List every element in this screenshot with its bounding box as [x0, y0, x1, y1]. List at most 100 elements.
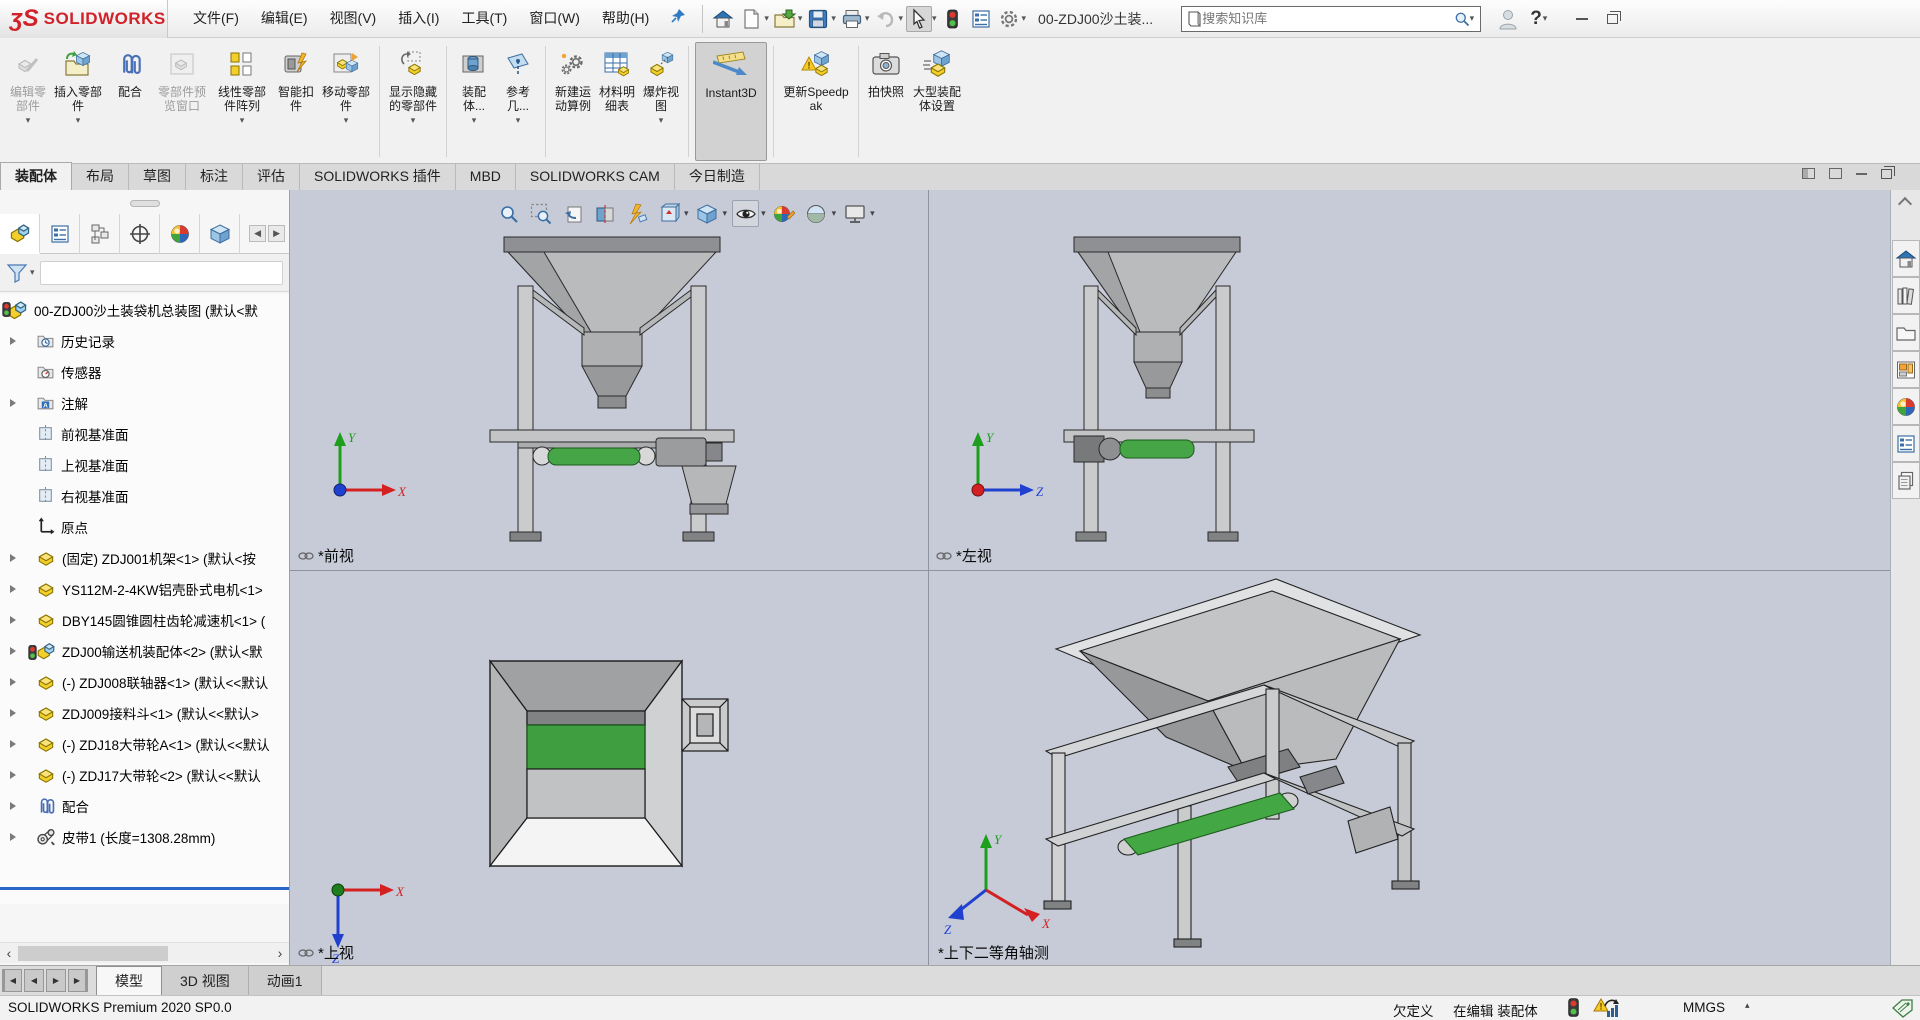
take-snapshot-button[interactable]: 拍快照: [865, 42, 907, 161]
tab-scroll-right-icon[interactable]: ▶: [268, 225, 285, 242]
tab-mbd[interactable]: MBD: [456, 163, 516, 190]
open-button[interactable]: [772, 6, 798, 32]
update-speedpak-button[interactable]: ! 更新Speedpak: [780, 42, 852, 161]
close-button[interactable]: [1627, 6, 1657, 32]
undo-dropdown-icon[interactable]: ▾: [898, 13, 903, 24]
appearances-tab[interactable]: [1892, 388, 1920, 425]
menu-tools[interactable]: 工具(T): [450, 0, 518, 37]
expand-arrow-icon[interactable]: [10, 828, 22, 846]
large-assembly-settings-button[interactable]: 大型装配体设置: [909, 42, 965, 161]
knowledge-search[interactable]: ▾: [1181, 5, 1482, 32]
options-dropdown-icon[interactable]: ▾: [1022, 13, 1027, 24]
expand-arrow-icon[interactable]: [10, 549, 22, 567]
tree-item-mates[interactable]: 配合: [0, 790, 289, 821]
solidworks-forum-tab[interactable]: [1892, 462, 1920, 499]
viewport-isometric-model[interactable]: [928, 571, 1890, 966]
view-palette-tab[interactable]: [1892, 351, 1920, 388]
component-preview-button[interactable]: 零部件预览窗口: [155, 42, 209, 161]
expand-arrow-icon[interactable]: [10, 673, 22, 691]
search-dropdown-icon[interactable]: ▾: [1470, 13, 1475, 24]
tree-item-motor[interactable]: YS112M-2-4KW铝壳卧式电机<1>: [0, 573, 289, 604]
tab-markup[interactable]: 标注: [186, 163, 243, 190]
scroll-left-icon[interactable]: ‹: [0, 945, 18, 961]
viewport-vertical-divider[interactable]: [928, 190, 929, 965]
tree-item-sensors[interactable]: 传感器: [0, 356, 289, 387]
restore-button[interactable]: [1597, 6, 1627, 32]
tab-evaluate[interactable]: 评估: [243, 163, 300, 190]
search-icon[interactable]: [1453, 10, 1471, 28]
tree-item-history[interactable]: 历史记录: [0, 325, 289, 356]
file-explorer-tab[interactable]: [1892, 314, 1920, 351]
new-document-dropdown-icon[interactable]: ▾: [764, 13, 769, 24]
home-button[interactable]: [710, 6, 736, 32]
filter-dropdown-icon[interactable]: ▾: [30, 267, 35, 278]
custom-properties-tab[interactable]: [1892, 425, 1920, 462]
open-dropdown-icon[interactable]: ▾: [798, 13, 803, 24]
move-component-button[interactable]: 移动零部件 ▾: [319, 42, 373, 161]
tab-solidworks-cam[interactable]: SOLIDWORKS CAM: [516, 163, 675, 190]
expand-arrow-icon[interactable]: [10, 704, 22, 722]
cam-tree-tab[interactable]: [200, 214, 240, 254]
tab-3d-views[interactable]: 3D 视图: [162, 966, 249, 995]
expand-arrow-icon[interactable]: [10, 797, 22, 815]
instant3d-button[interactable]: Instant3D: [695, 42, 767, 161]
menu-edit[interactable]: 编辑(E): [250, 0, 319, 37]
smart-fasteners-button[interactable]: 智能扣件: [275, 42, 317, 161]
tab-today-manufacturing[interactable]: 今日制造: [675, 163, 760, 190]
mate-button[interactable]: 配合: [107, 42, 153, 161]
dimxpert-manager-tab[interactable]: [120, 214, 160, 254]
menu-file[interactable]: 文件(F): [182, 0, 250, 37]
tab-animation1[interactable]: 动画1: [248, 966, 322, 995]
expand-arrow-icon[interactable]: [10, 735, 22, 753]
tree-item-top-plane[interactable]: 上视基准面: [0, 449, 289, 480]
expand-arrow-icon[interactable]: [10, 580, 22, 598]
reference-geometry-button[interactable]: 参考几... ▾: [497, 42, 539, 161]
rebuild-button[interactable]: [940, 6, 966, 32]
graphics-area[interactable]: ▾ ▾ ▾ ▾ ▾ Y X *前视 Y Z *左视 X Z *上视 Y X Z …: [290, 190, 1890, 966]
tree-item-reducer[interactable]: DBY145圆锥圆柱齿轮减速机<1> (: [0, 604, 289, 635]
insert-component-button[interactable]: 插入零部件 ▾: [51, 42, 105, 161]
featuremanager-tab[interactable]: [0, 214, 40, 254]
viewport-left-model[interactable]: [928, 190, 1890, 570]
property-manager-tab[interactable]: [40, 214, 80, 254]
scroll-right-icon[interactable]: ›: [271, 945, 289, 961]
menu-help[interactable]: 帮助(H): [591, 0, 660, 37]
assembly-features-button[interactable]: 装配体... ▾: [453, 42, 495, 161]
display-manager-tab[interactable]: [160, 214, 200, 254]
expand-arrow-icon[interactable]: [10, 642, 22, 660]
scrollbar-thumb[interactable]: [18, 946, 168, 961]
menu-view[interactable]: 视图(V): [319, 0, 388, 37]
tree-item-pulley-a[interactable]: (-) ZDJ18大带轮A<1> (默认<<默认: [0, 728, 289, 759]
tree-item-belt[interactable]: 皮带1 (长度=1308.28mm): [0, 821, 289, 852]
tree-item-annotations[interactable]: 注解: [0, 387, 289, 418]
first-tab-icon[interactable]: ◀: [2, 969, 22, 992]
new-motion-study-button[interactable]: 新建运动算例: [552, 42, 594, 161]
doc-minimize-icon[interactable]: [1856, 172, 1867, 175]
show-hidden-components-button[interactable]: 显示隐藏的零部件 ▾: [386, 42, 440, 161]
last-tab-icon[interactable]: ▶: [68, 969, 88, 992]
tree-item-origin[interactable]: 原点: [0, 511, 289, 542]
chevron-up-icon[interactable]: [1900, 196, 1910, 206]
previous-tab-icon[interactable]: ◀: [24, 969, 44, 992]
login-user-icon[interactable]: [1495, 6, 1521, 32]
units-selector[interactable]: MMGS: [1683, 1000, 1725, 1015]
pane-single-icon[interactable]: [1829, 168, 1842, 179]
filter-funnel-icon[interactable]: [6, 263, 28, 283]
expand-arrow-icon[interactable]: [10, 611, 22, 629]
panel-splitter[interactable]: [0, 198, 289, 208]
task-home-tab[interactable]: [1892, 240, 1920, 277]
print-button[interactable]: [839, 6, 865, 32]
menu-insert[interactable]: 插入(I): [387, 0, 450, 37]
tree-horizontal-scrollbar[interactable]: ‹ ›: [0, 942, 289, 963]
exploded-view-button[interactable]: 爆炸视图 ▾: [640, 42, 682, 161]
save-button[interactable]: [805, 6, 831, 32]
expand-arrow-icon[interactable]: [10, 394, 22, 412]
next-tab-icon[interactable]: ▶: [46, 969, 66, 992]
pane-split-icon[interactable]: [1802, 168, 1815, 179]
expand-arrow-icon[interactable]: [10, 766, 22, 784]
options-list-button[interactable]: [968, 6, 994, 32]
tab-layout[interactable]: 布局: [72, 163, 129, 190]
units-dropdown-icon[interactable]: ▴: [1745, 1000, 1750, 1011]
tree-item-front-plane[interactable]: 前视基准面: [0, 418, 289, 449]
edit-component-button[interactable]: 编辑零部件 ▾: [7, 42, 49, 161]
